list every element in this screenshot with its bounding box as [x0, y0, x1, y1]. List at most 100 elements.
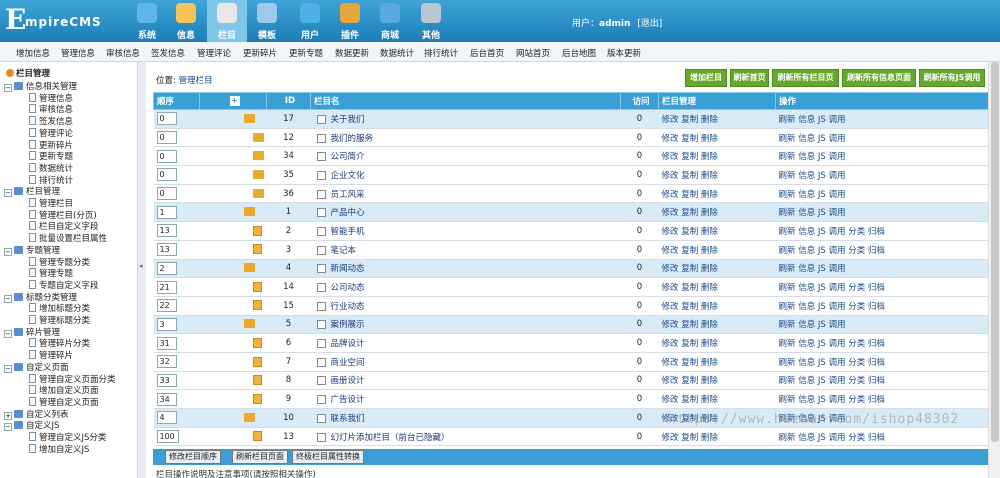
category-name-link[interactable]: 幻灯片添加栏目（前台已隐藏） [331, 433, 450, 443]
sidebar-group-7[interactable]: − 自定义JS [4, 419, 59, 432]
manage-links[interactable]: 修改 复制 删除 [662, 376, 718, 386]
manage-links[interactable]: 修改 复制 删除 [662, 302, 718, 312]
vertical-scrollbar[interactable] [988, 62, 1000, 478]
expand-all-icon[interactable]: + [229, 96, 240, 106]
submenu-item-12[interactable]: 后台地图 [562, 47, 596, 59]
folder-icon[interactable] [243, 412, 255, 422]
order-input[interactable]: 21 [156, 280, 177, 294]
tree-toggle-icon[interactable]: − [4, 423, 12, 432]
sidebar-item[interactable]: 批量设置栏目属性 [29, 232, 107, 244]
category-name-link[interactable]: 笔记本 [331, 246, 357, 256]
category-name-link[interactable]: 关于我们 [331, 115, 365, 125]
order-input[interactable]: 0 [156, 168, 177, 182]
sidebar-item[interactable]: 增加自定义JS [29, 443, 89, 455]
row-checkbox[interactable] [316, 133, 326, 143]
submenu-item-8[interactable]: 数据统计 [380, 47, 414, 59]
tree-toggle-icon[interactable]: − [4, 364, 12, 373]
manage-links[interactable]: 修改 复制 删除 [662, 190, 718, 200]
category-name-link[interactable]: 品牌设计 [331, 339, 365, 349]
manage-links[interactable]: 修改 复制 删除 [662, 227, 718, 237]
empirecms-logo[interactable]: E mpireCMS [5, 6, 127, 34]
folder-icon[interactable] [243, 319, 255, 329]
folder-icon[interactable] [243, 113, 255, 123]
order-input[interactable]: 1 [156, 205, 177, 219]
submenu-item-7[interactable]: 数据更新 [335, 47, 369, 59]
row-checkbox[interactable] [316, 170, 326, 180]
category-name-link[interactable]: 公司动态 [331, 283, 365, 293]
category-name-link[interactable]: 员工风采 [331, 190, 365, 200]
nav-tab-2[interactable]: 栏目 [207, 0, 247, 42]
toolbar-button-3[interactable]: 刷新所有信息页面 [842, 69, 916, 87]
manage-links[interactable]: 修改 复制 删除 [662, 433, 718, 443]
category-name-link[interactable]: 智能手机 [331, 227, 365, 237]
manage-links[interactable]: 修改 复制 删除 [662, 171, 718, 181]
manage-links[interactable]: 修改 复制 删除 [662, 264, 718, 274]
order-input[interactable]: 34 [156, 392, 177, 406]
sidebar-item[interactable]: 增加标题分类 [29, 302, 90, 314]
category-name-link[interactable]: 新闻动态 [331, 264, 365, 274]
category-name-link[interactable]: 行业动态 [331, 302, 365, 312]
row-checkbox[interactable] [316, 395, 326, 405]
order-input[interactable]: 0 [156, 131, 177, 145]
order-input[interactable]: 0 [156, 149, 177, 163]
order-input[interactable]: 32 [156, 355, 177, 369]
order-input[interactable]: 3 [156, 317, 177, 331]
nav-tab-6[interactable]: 商城 [370, 0, 410, 42]
nav-tab-5[interactable]: 插件 [330, 0, 370, 42]
sidebar-group-1[interactable]: − 栏目管理 [4, 185, 60, 198]
folder-icon[interactable] [252, 169, 264, 179]
row-checkbox[interactable] [316, 245, 326, 255]
ops-links[interactable]: 刷新 信息 JS 调用 [779, 264, 846, 274]
submenu-item-5[interactable]: 更新碎片 [243, 47, 277, 59]
bottom-button-2[interactable]: 终极栏目属性转换 [292, 450, 364, 464]
category-name-link[interactable]: 广告设计 [331, 395, 365, 405]
sidebar-item[interactable]: 管理自定义页面分类 [29, 373, 116, 385]
folder-icon[interactable] [243, 263, 255, 273]
row-checkbox[interactable] [316, 432, 326, 442]
manage-links[interactable]: 修改 复制 删除 [662, 283, 718, 293]
ops-links[interactable]: 刷新 信息 JS 调用 [779, 208, 846, 218]
sidebar-item[interactable]: 排行统计 [29, 174, 73, 186]
tree-toggle-icon[interactable]: − [4, 189, 12, 198]
category-name-link[interactable]: 商业空间 [331, 358, 365, 368]
ops-links[interactable]: 刷新 信息 JS 调用 [779, 320, 846, 330]
sidebar-group-5[interactable]: − 自定义页面 [4, 361, 69, 373]
row-checkbox[interactable] [316, 413, 326, 423]
submenu-item-1[interactable]: 管理信息 [61, 47, 95, 59]
sidebar-group-6[interactable]: + 自定义列表 [4, 408, 69, 420]
row-checkbox[interactable] [316, 301, 326, 311]
order-input[interactable]: 13 [156, 243, 177, 257]
order-input[interactable]: 13 [156, 224, 177, 238]
sidebar-item[interactable]: 数据统计 [29, 162, 73, 174]
order-input[interactable]: 33 [156, 373, 177, 387]
submenu-item-3[interactable]: 签发信息 [151, 47, 185, 59]
submenu-item-13[interactable]: 版本更新 [607, 47, 641, 59]
row-checkbox[interactable] [316, 339, 326, 349]
manage-links[interactable]: 修改 复制 删除 [662, 339, 718, 349]
submenu-item-6[interactable]: 更新专题 [289, 47, 323, 59]
order-input[interactable]: 22 [156, 299, 177, 313]
ops-links[interactable]: 刷新 信息 JS 调用 [779, 171, 846, 181]
sidebar-item[interactable]: 栏目自定义字段 [29, 220, 99, 232]
category-name-link[interactable]: 产品中心 [331, 208, 365, 218]
sidebar-item[interactable]: 管理专题 [29, 267, 73, 279]
sidebar-item[interactable]: 管理栏目(分页) [29, 209, 97, 221]
tree-toggle-icon[interactable]: − [4, 294, 12, 303]
tree-toggle-icon[interactable]: − [4, 329, 12, 338]
manage-links[interactable]: 修改 复制 删除 [662, 246, 718, 256]
toolbar-button-0[interactable]: 增加栏目 [685, 69, 727, 87]
manage-links[interactable]: 修改 复制 删除 [662, 152, 718, 162]
sidebar-item[interactable]: 管理碎片 [29, 349, 73, 361]
sidebar-item[interactable]: 管理评论 [29, 127, 73, 139]
sidebar-group-3[interactable]: − 标题分类管理 [4, 291, 77, 303]
row-checkbox[interactable] [316, 283, 326, 293]
row-checkbox[interactable] [316, 264, 326, 274]
category-name-link[interactable]: 公司简介 [331, 152, 365, 162]
manage-links[interactable]: 修改 复制 删除 [662, 208, 718, 218]
row-checkbox[interactable] [316, 208, 326, 218]
ops-links[interactable]: 刷新 信息 JS 调用 分类 归档 [779, 395, 885, 405]
ops-links[interactable]: 刷新 信息 JS 调用 分类 归档 [779, 376, 885, 386]
submenu-item-11[interactable]: 网站首页 [516, 47, 550, 59]
manage-links[interactable]: 修改 复制 删除 [662, 358, 718, 368]
sidebar-item[interactable]: 签发信息 [29, 115, 73, 127]
